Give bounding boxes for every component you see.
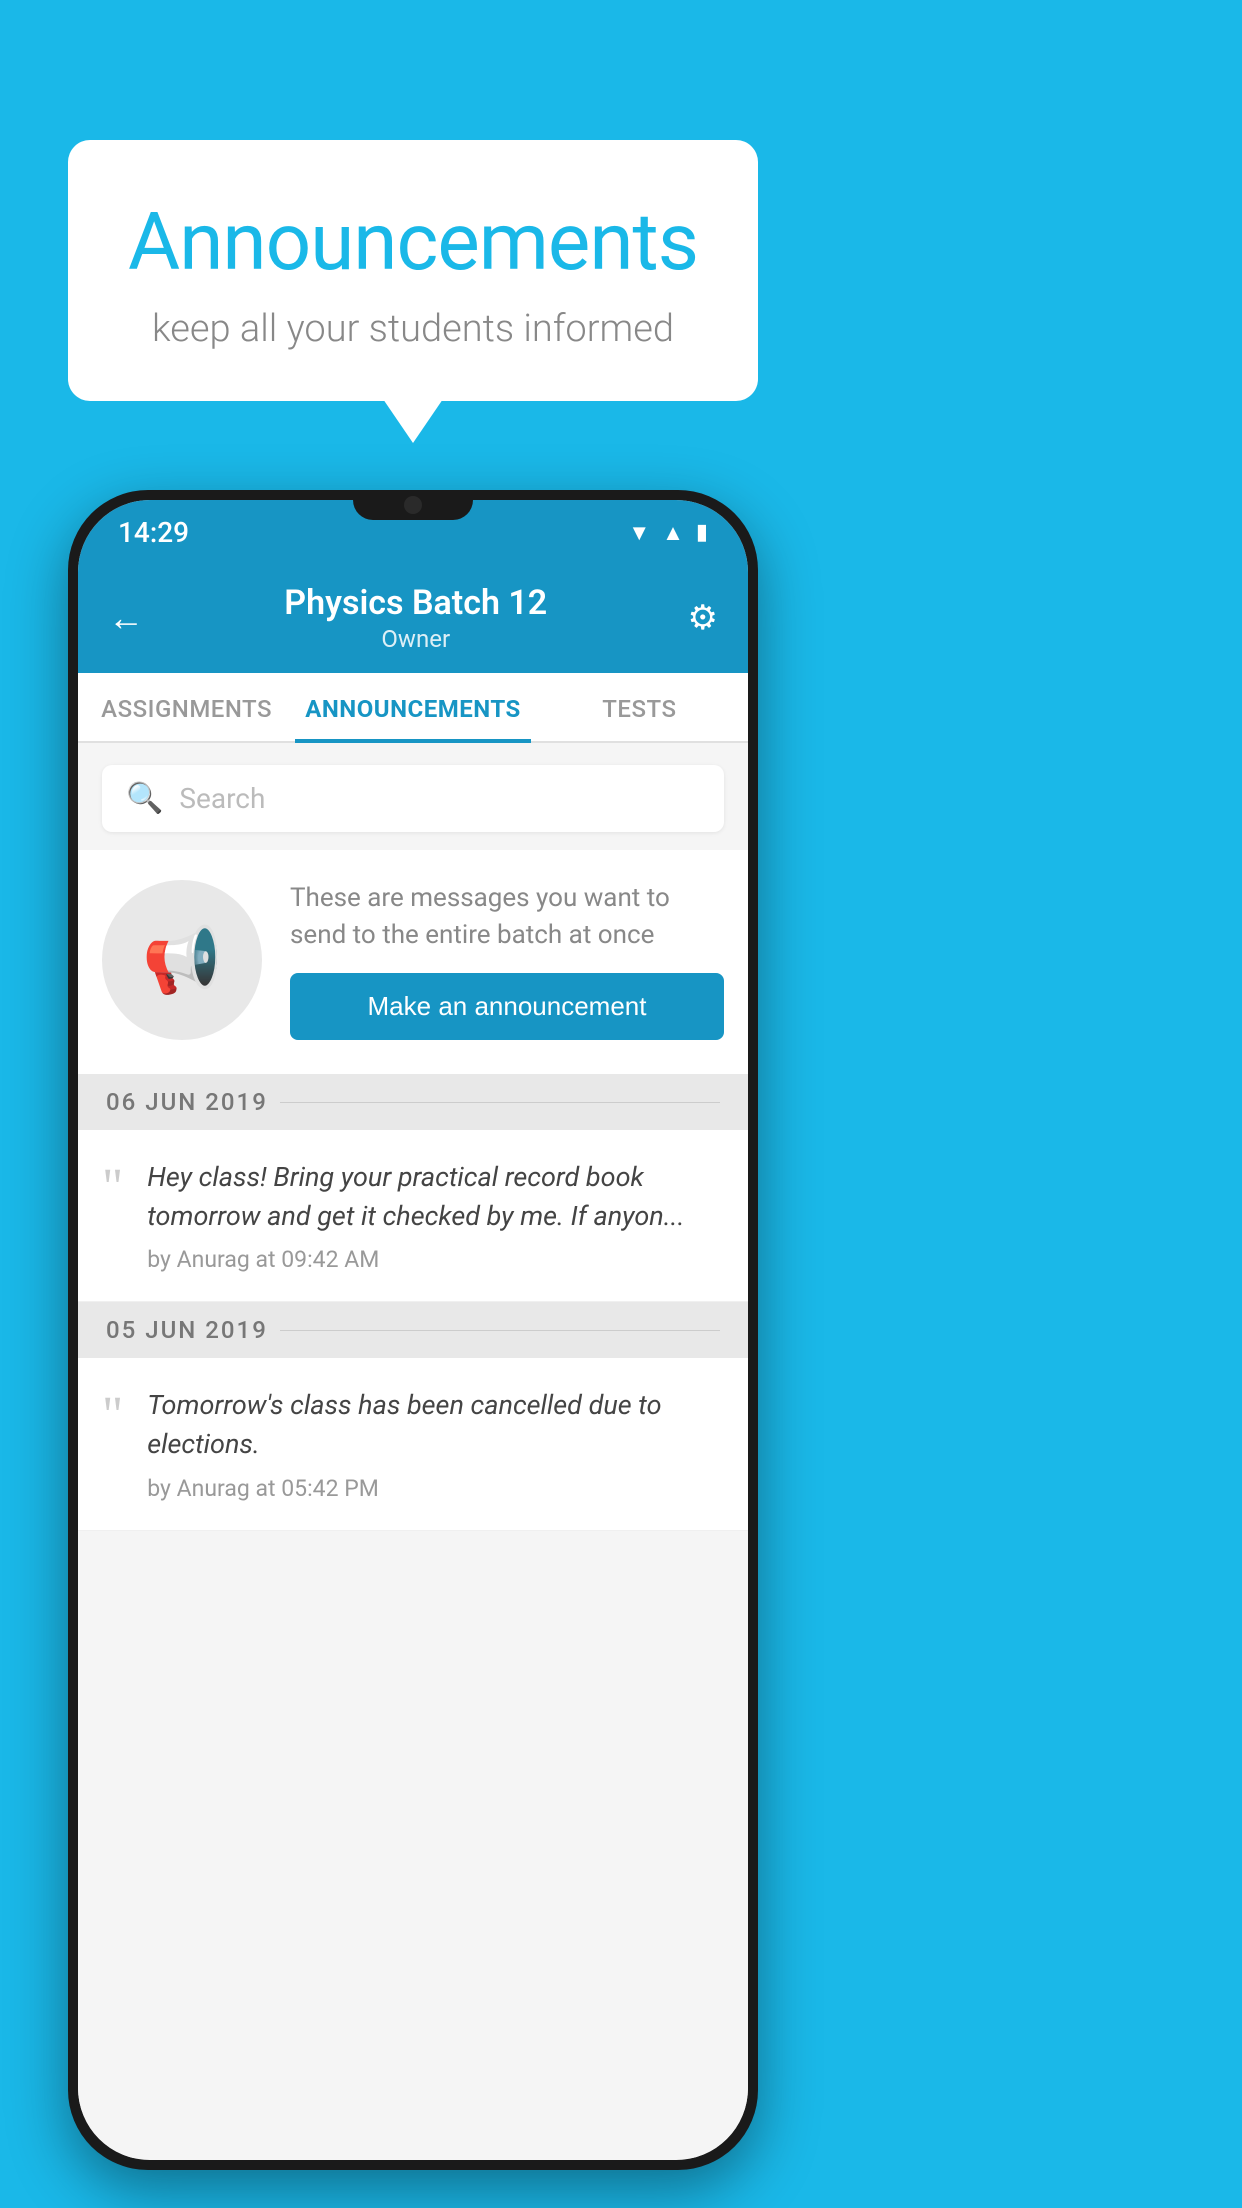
announcement-text-2: Tomorrow's class has been cancelled due … (147, 1386, 724, 1464)
quote-icon-2: " (102, 1390, 123, 1442)
tab-announcements[interactable]: ANNOUNCEMENTS (295, 673, 531, 741)
content-area: 🔍 Search 📢 These are messages you want t… (78, 743, 748, 2158)
speech-bubble: Announcements keep all your students inf… (68, 140, 758, 401)
bubble-subtitle: keep all your students informed (128, 307, 698, 351)
tab-tests[interactable]: TESTS (531, 673, 748, 741)
bubble-title: Announcements (128, 195, 698, 289)
wifi-icon: ▼ (628, 520, 650, 546)
announcement-content-2: Tomorrow's class has been cancelled due … (147, 1386, 724, 1501)
announcement-item-1[interactable]: " Hey class! Bring your practical record… (78, 1130, 748, 1302)
batch-subtitle: Owner (284, 625, 547, 653)
date-line-1 (280, 1102, 720, 1103)
announcement-item-2[interactable]: " Tomorrow's class has been cancelled du… (78, 1358, 748, 1530)
announcement-meta-2: by Anurag at 05:42 PM (147, 1475, 724, 1502)
promo-card: 📢 These are messages you want to send to… (78, 850, 748, 1074)
app-header: ← Physics Batch 12 Owner ⚙ (78, 565, 748, 673)
announcement-meta-1: by Anurag at 09:42 AM (147, 1246, 724, 1273)
settings-icon[interactable]: ⚙ (688, 598, 718, 638)
back-button[interactable]: ← (108, 597, 144, 639)
date-separator-1: 06 JUN 2019 (78, 1074, 748, 1130)
phone-frame: 14:29 ▼ ▲ ▮ ← Physics Batch 12 Owner ⚙ A… (68, 490, 758, 2170)
quote-icon-1: " (102, 1162, 123, 1214)
batch-title: Physics Batch 12 (284, 583, 547, 623)
make-announcement-button[interactable]: Make an announcement (290, 973, 724, 1040)
date-label-1: 06 JUN 2019 (106, 1088, 268, 1116)
announcement-text-1: Hey class! Bring your practical record b… (147, 1158, 724, 1236)
tab-assignments[interactable]: ASSIGNMENTS (78, 673, 295, 741)
tabs-bar: ASSIGNMENTS ANNOUNCEMENTS TESTS (78, 673, 748, 743)
promo-text: These are messages you want to send to t… (290, 880, 724, 953)
phone-screen: 14:29 ▼ ▲ ▮ ← Physics Batch 12 Owner ⚙ A… (78, 500, 748, 2160)
promo-icon-circle: 📢 (102, 880, 262, 1040)
search-bar[interactable]: 🔍 Search (102, 765, 724, 832)
promo-content: These are messages you want to send to t… (290, 880, 724, 1040)
date-separator-2: 05 JUN 2019 (78, 1302, 748, 1358)
signal-icon: ▲ (662, 520, 684, 546)
phone-notch (353, 490, 473, 520)
megaphone-icon: 📢 (142, 923, 222, 998)
status-time: 14:29 (118, 516, 189, 549)
battery-icon: ▮ (696, 520, 708, 545)
speech-bubble-container: Announcements keep all your students inf… (68, 140, 758, 401)
announcement-content-1: Hey class! Bring your practical record b… (147, 1158, 724, 1273)
camera-dot (404, 496, 422, 514)
search-placeholder: Search (179, 782, 265, 815)
header-title-section: Physics Batch 12 Owner (284, 583, 547, 653)
status-icons: ▼ ▲ ▮ (628, 520, 708, 546)
date-label-2: 05 JUN 2019 (106, 1316, 268, 1344)
date-line-2 (280, 1330, 720, 1331)
search-icon: 🔍 (126, 781, 163, 816)
